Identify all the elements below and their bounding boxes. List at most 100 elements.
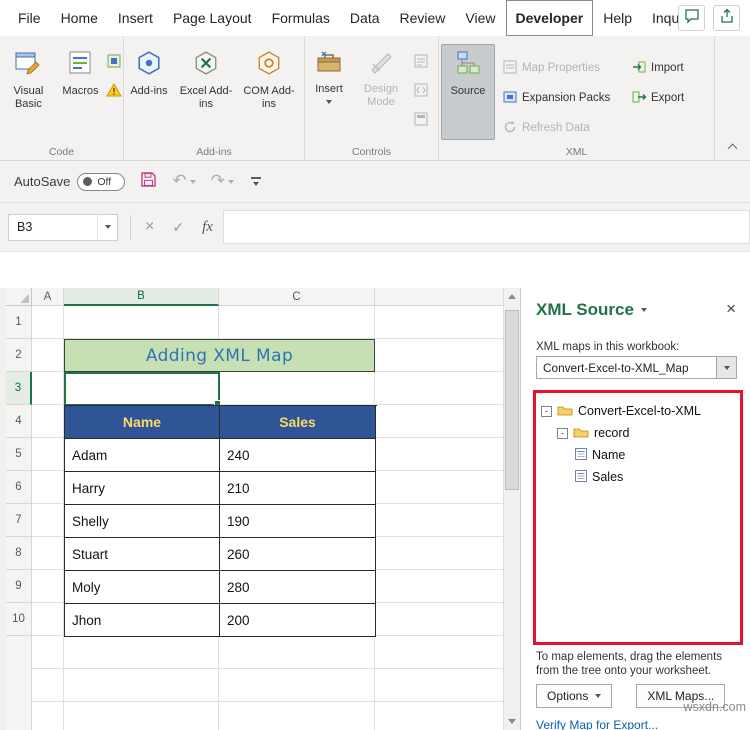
row-header-7[interactable]: 7: [6, 504, 32, 537]
select-all-button[interactable]: [6, 288, 32, 306]
confirm-entry-icon[interactable]: ✓: [172, 219, 184, 236]
cell-b9[interactable]: Moly: [65, 571, 220, 604]
pane-options-caret[interactable]: [640, 308, 647, 312]
row-header-8[interactable]: 8: [6, 537, 32, 570]
cell-c5[interactable]: 240: [220, 439, 376, 472]
comments-button[interactable]: [678, 5, 705, 31]
run-dialog-icon[interactable]: [414, 112, 428, 131]
row-header-5[interactable]: 5: [6, 438, 32, 471]
export-button[interactable]: Export: [632, 88, 707, 108]
import-button[interactable]: Import: [632, 58, 707, 78]
tab-formulas[interactable]: Formulas: [262, 0, 340, 36]
close-pane-icon[interactable]: ×: [726, 300, 736, 317]
share-icon: [719, 8, 735, 29]
scrollbar-thumb[interactable]: [505, 310, 519, 490]
tree-node-name[interactable]: Name: [541, 444, 735, 466]
row-header-3[interactable]: 3: [6, 372, 32, 405]
tab-home[interactable]: Home: [51, 0, 108, 36]
element-icon: [575, 469, 587, 485]
row-header-10[interactable]: 10: [6, 603, 32, 636]
tab-help[interactable]: Help: [593, 0, 642, 36]
row-header-1[interactable]: 1: [6, 306, 32, 339]
column-header-c[interactable]: C: [219, 288, 375, 306]
formula-input[interactable]: [222, 210, 750, 244]
properties-icon[interactable]: [414, 54, 428, 73]
row-header-4[interactable]: 4: [6, 405, 32, 438]
cell-c6[interactable]: 210: [220, 472, 376, 505]
view-code-icon[interactable]: [414, 83, 428, 102]
options-button[interactable]: Options: [536, 684, 613, 708]
name-box-dropdown[interactable]: [97, 214, 117, 240]
visual-basic-button[interactable]: Visual Basic: [2, 44, 55, 140]
row-header-2[interactable]: 2: [6, 339, 32, 372]
autosave-toggle[interactable]: Off: [77, 172, 126, 191]
macro-security-warning-icon[interactable]: [105, 83, 122, 102]
refresh-data-button[interactable]: Refresh Data: [503, 118, 632, 138]
tab-file[interactable]: File: [8, 0, 51, 36]
source-button[interactable]: Source: [441, 44, 495, 140]
title-cell-b2[interactable]: Adding XML Map: [64, 339, 375, 372]
name-box[interactable]: B3: [8, 213, 118, 241]
visual-basic-icon: [15, 50, 41, 81]
collapse-node-icon[interactable]: -: [557, 427, 568, 439]
customize-qat-button[interactable]: [250, 177, 261, 186]
cell-c9[interactable]: 280: [220, 571, 376, 604]
folder-icon: [557, 404, 573, 419]
cell-b5[interactable]: Adam: [65, 439, 220, 472]
row-header-6[interactable]: 6: [6, 471, 32, 504]
insert-function-icon[interactable]: fx: [202, 219, 213, 236]
scroll-down-button[interactable]: [504, 713, 520, 730]
redo-button[interactable]: ↷: [211, 173, 234, 190]
quick-access-toolbar: AutoSave Off ↶ ↷: [0, 161, 750, 203]
com-addins-button[interactable]: COM Add-ins: [240, 44, 298, 140]
design-mode-icon: [368, 50, 394, 79]
cell-b10[interactable]: Jhon: [65, 604, 220, 637]
cell-b6[interactable]: Harry: [65, 472, 220, 505]
column-header-a[interactable]: A: [32, 288, 64, 306]
redo-icon: ↷: [210, 171, 225, 191]
map-properties-label: Map Properties: [522, 62, 600, 74]
dropdown-arrow-button[interactable]: [716, 357, 736, 378]
column-header-b[interactable]: B: [64, 288, 219, 306]
save-button[interactable]: [140, 171, 157, 193]
map-properties-button[interactable]: Map Properties: [503, 58, 632, 78]
table-header-sales[interactable]: Sales: [220, 406, 376, 439]
scroll-up-button[interactable]: [504, 288, 520, 305]
undo-button[interactable]: ↶: [172, 173, 196, 190]
share-button[interactable]: [713, 5, 740, 31]
cell-c7[interactable]: 190: [220, 505, 376, 538]
tab-review[interactable]: Review: [390, 0, 456, 36]
tree-node-root-label: Convert-Excel-to-XML: [578, 404, 701, 418]
row-header-filler: [6, 636, 32, 730]
table-header-name[interactable]: Name: [65, 406, 220, 439]
cancel-entry-icon[interactable]: ×: [145, 218, 154, 236]
xml-map-dropdown[interactable]: Convert-Excel-to-XML_Map: [536, 356, 737, 379]
customize-qat-caret: [252, 182, 259, 186]
macros-button[interactable]: Macros: [59, 44, 102, 140]
insert-control-button[interactable]: Insert: [307, 44, 351, 140]
vertical-scrollbar[interactable]: [503, 288, 520, 730]
design-mode-button[interactable]: Design Mode: [355, 44, 407, 140]
cell-c8[interactable]: 260: [220, 538, 376, 571]
cell-b8[interactable]: Stuart: [65, 538, 220, 571]
tree-node-root[interactable]: - Convert-Excel-to-XML: [541, 400, 735, 422]
tab-developer[interactable]: Developer: [506, 0, 594, 36]
tab-page-layout[interactable]: Page Layout: [163, 0, 262, 36]
record-macro-icon[interactable]: [107, 54, 121, 73]
table-row: Jhon 200: [65, 604, 377, 637]
collapse-node-icon[interactable]: -: [541, 405, 552, 417]
tree-node-record[interactable]: - record: [541, 422, 735, 444]
active-cell-b3[interactable]: [64, 372, 221, 407]
tab-data[interactable]: Data: [340, 0, 390, 36]
cell-b7[interactable]: Shelly: [65, 505, 220, 538]
tab-view[interactable]: View: [455, 0, 505, 36]
row-header-9[interactable]: 9: [6, 570, 32, 603]
expansion-packs-button[interactable]: Expansion Packs: [503, 88, 632, 108]
excel-addins-button[interactable]: Excel Add-ins: [176, 44, 236, 140]
addins-button[interactable]: Add-ins: [126, 44, 172, 140]
tab-insert[interactable]: Insert: [108, 0, 163, 36]
tree-node-sales[interactable]: Sales: [541, 466, 735, 488]
verify-map-link[interactable]: Verify Map for Export...: [536, 718, 658, 730]
collapse-ribbon-button[interactable]: [727, 143, 738, 154]
cell-c10[interactable]: 200: [220, 604, 376, 637]
